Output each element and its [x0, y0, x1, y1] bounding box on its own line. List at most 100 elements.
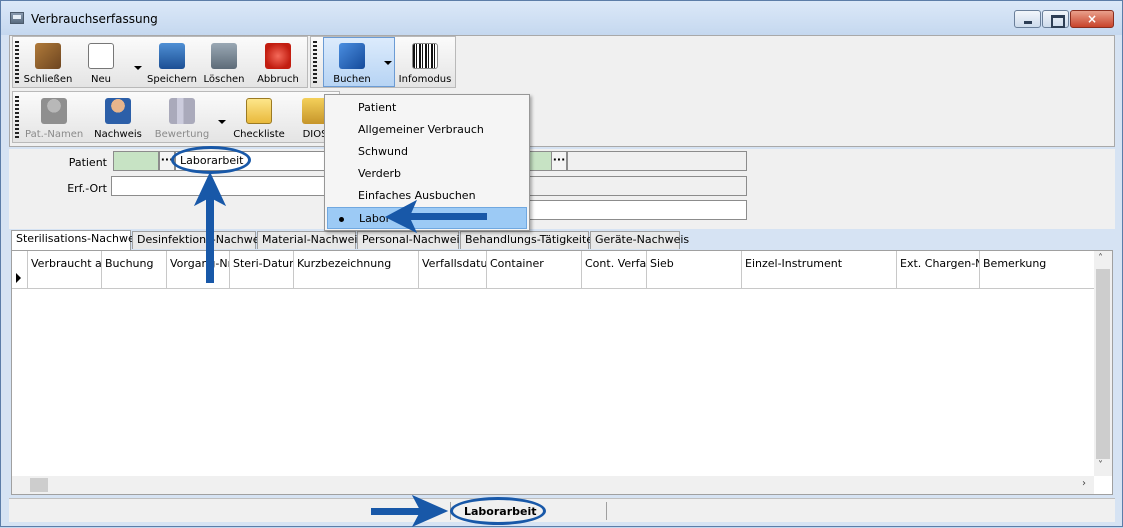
- booking-toolbar: Buchen Infomodus: [310, 36, 456, 88]
- location-field[interactable]: [111, 176, 325, 196]
- checklist-icon: [246, 98, 272, 124]
- checklist-label: Checkliste: [233, 129, 285, 140]
- horizontal-scroll-thumb[interactable]: [30, 478, 48, 492]
- scroll-right-icon[interactable]: ›: [1082, 478, 1086, 489]
- maximize-button[interactable]: [1042, 10, 1069, 28]
- patient-label: Patient: [68, 156, 107, 169]
- abort-label: Abbruch: [257, 74, 299, 85]
- rating-dropdown-arrow-icon[interactable]: [218, 120, 226, 124]
- tab-sterilisation[interactable]: Sterilisations-Nachweis: [11, 230, 144, 250]
- status-panel-1: [9, 502, 451, 520]
- col-container-expiry[interactable]: Cont. Verfall: [581, 251, 647, 289]
- patient-id-field[interactable]: [113, 151, 159, 171]
- save-button[interactable]: Speichern: [147, 39, 197, 87]
- row-indicator-icon: [16, 273, 21, 283]
- person-info-icon: [105, 98, 131, 124]
- menu-item-patient[interactable]: Patient: [327, 97, 527, 119]
- col-process-no[interactable]: Vorgang-Nr.: [166, 251, 229, 289]
- menu-item-simple-checkout[interactable]: Einfaches Ausbuchen: [327, 185, 527, 207]
- col-short-name[interactable]: Kurzbezeichnung: [293, 251, 419, 289]
- menu-item-general-usage[interactable]: Allgemeiner Verbrauch: [327, 119, 527, 141]
- location-desc-field: [529, 176, 747, 196]
- infomode-label: Infomodus: [398, 74, 452, 85]
- checklist-button[interactable]: Checkliste: [231, 94, 287, 142]
- new-dropdown-arrow-icon[interactable]: [134, 66, 142, 70]
- tab-disinfection[interactable]: Desinfektions-Nachweis: [132, 231, 268, 249]
- cancel-x-icon: [265, 43, 291, 69]
- infomode-button[interactable]: Infomodus: [397, 39, 453, 87]
- col-remark[interactable]: Bemerkung: [979, 251, 1094, 289]
- evidence-button[interactable]: Nachweis: [93, 94, 143, 142]
- save-label: Speichern: [147, 74, 197, 85]
- menu-item-shrinkage[interactable]: Schwund: [327, 141, 527, 163]
- tab-treatment[interactable]: Behandlungs-Tätigkeiten: [460, 231, 600, 249]
- annotation-ellipse-patient: [171, 146, 251, 174]
- book-label: Buchen: [333, 74, 371, 85]
- col-ext-batch[interactable]: Ext. Chargen-Nr.: [896, 251, 980, 289]
- rating-label: Bewertung: [154, 129, 210, 140]
- code-lookup-button[interactable]: ···: [551, 151, 567, 171]
- menu-item-labor-label: Labor: [359, 212, 391, 225]
- menu-item-spoilage[interactable]: Verderb: [327, 163, 527, 185]
- abort-button[interactable]: Abbruch: [253, 39, 303, 87]
- person-grey-icon: [41, 98, 67, 124]
- close-window-button[interactable]: ×: [1070, 10, 1114, 28]
- vertical-scrollbar[interactable]: ˄ ˅: [1094, 251, 1112, 476]
- exit-door-icon: [35, 43, 61, 69]
- vertical-scroll-thumb[interactable]: [1096, 269, 1110, 459]
- col-container[interactable]: Container: [486, 251, 582, 289]
- toolbar-grip[interactable]: [313, 41, 317, 85]
- booking-dropdown-menu: Patient Allgemeiner Verbrauch Schwund Ve…: [324, 94, 530, 231]
- trash-icon: [211, 43, 237, 69]
- col-used-on[interactable]: Verbraucht am: [27, 251, 102, 289]
- new-button[interactable]: Neu: [77, 39, 125, 87]
- toolbar-grip[interactable]: [15, 41, 19, 85]
- bar-chart-icon: [169, 98, 195, 124]
- new-label: Neu: [91, 74, 111, 85]
- close-label: Schließen: [23, 74, 73, 85]
- col-single-instrument[interactable]: Einzel-Instrument: [741, 251, 897, 289]
- menu-item-labor[interactable]: Labor: [327, 207, 527, 229]
- location-label: Erf.-Ort: [67, 182, 107, 195]
- patient-extra-field: [567, 151, 747, 171]
- scroll-up-icon[interactable]: ˄: [1098, 253, 1103, 264]
- delete-button[interactable]: Löschen: [202, 39, 246, 87]
- minimize-button[interactable]: [1014, 10, 1041, 28]
- patient-names-label: Pat.-Namen: [25, 129, 84, 140]
- radio-selected-icon: [339, 217, 344, 222]
- status-bar: Laborarbeit: [9, 498, 1115, 522]
- book-icon: [339, 43, 365, 69]
- tab-material[interactable]: Material-Nachweis: [257, 231, 363, 249]
- rating-button[interactable]: Bewertung: [153, 94, 211, 142]
- col-booking[interactable]: Buchung: [101, 251, 166, 289]
- main-toolbar: Schließen Neu Speichern Löschen Abbruch: [12, 36, 308, 88]
- delete-label: Löschen: [203, 74, 245, 85]
- patient-names-button[interactable]: Pat.-Namen: [25, 94, 83, 142]
- horizontal-scrollbar[interactable]: ›: [12, 476, 1094, 494]
- col-steri-date[interactable]: Steri-Datum: [229, 251, 293, 289]
- save-disk-icon: [159, 43, 185, 69]
- evidence-grid[interactable]: Verbraucht am Buchung Vorgang-Nr. Steri-…: [11, 250, 1113, 495]
- toolbar-grip[interactable]: [15, 96, 19, 140]
- scroll-down-icon[interactable]: ˅: [1098, 460, 1103, 471]
- new-document-icon: [88, 43, 114, 69]
- col-expiry-date[interactable]: Verfallsdatum: [418, 251, 486, 289]
- secondary-toolbar: Pat.-Namen Nachweis Bewertung Checkliste…: [12, 91, 340, 143]
- toolbar-area: Schließen Neu Speichern Löschen Abbruch: [9, 35, 1115, 147]
- annotation-ellipse-status: [450, 497, 546, 525]
- col-sieve[interactable]: Sieb: [646, 251, 742, 289]
- app-icon: [10, 12, 24, 24]
- main-window: Verbrauchserfassung × Schließen Neu Spei…: [0, 0, 1123, 528]
- evidence-label: Nachweis: [94, 129, 142, 140]
- grid-header: Verbraucht am Buchung Vorgang-Nr. Steri-…: [12, 251, 1094, 289]
- remark-field[interactable]: [529, 200, 747, 220]
- book-dropdown-arrow-icon[interactable]: [384, 61, 392, 65]
- window-title: Verbrauchserfassung: [31, 12, 158, 26]
- title-bar[interactable]: Verbrauchserfassung ×: [1, 1, 1122, 35]
- tab-devices[interactable]: Geräte-Nachweis: [590, 231, 689, 249]
- tab-personal[interactable]: Personal-Nachweis: [357, 231, 465, 249]
- close-icon: ×: [1086, 12, 1098, 26]
- barcode-icon: [412, 43, 438, 69]
- book-button[interactable]: Buchen: [324, 39, 380, 87]
- close-button[interactable]: Schließen: [23, 39, 73, 87]
